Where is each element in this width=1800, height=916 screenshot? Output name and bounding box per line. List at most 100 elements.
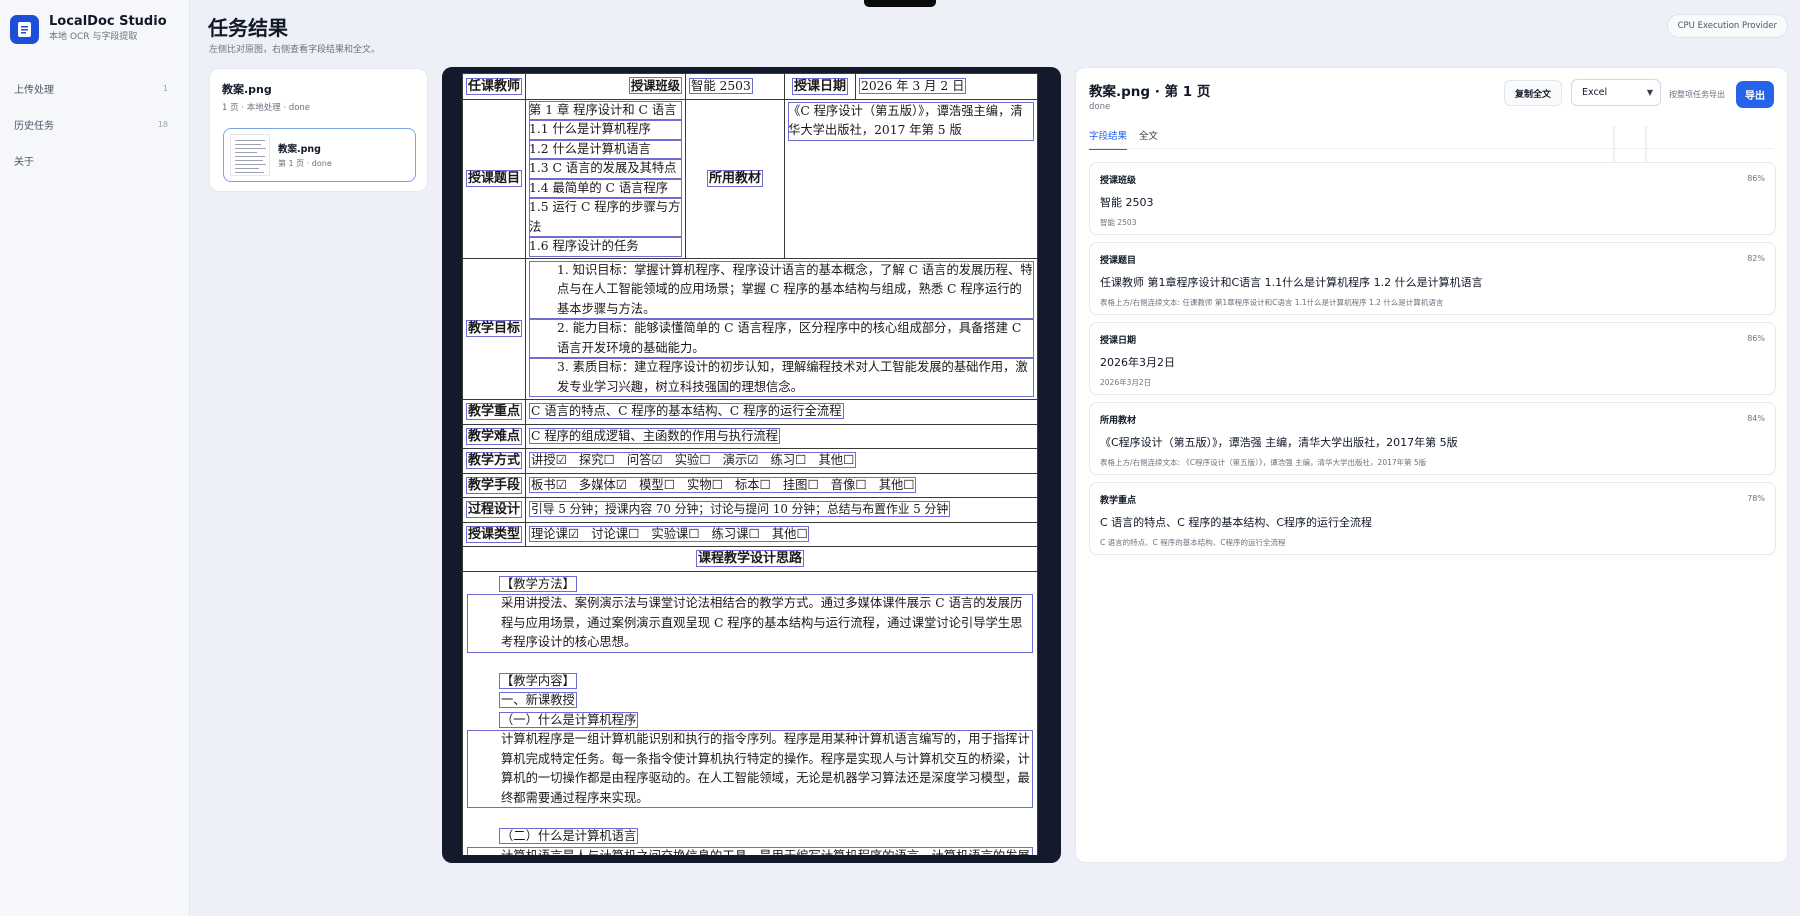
means-label: 教学手段 bbox=[466, 476, 523, 494]
goal-text: 1. 知识目标：掌握计算机程序、程序设计语言的基本概念，了解 C 语言的发展历程… bbox=[529, 260, 1034, 319]
nav-count: 18 bbox=[157, 119, 168, 129]
field-card[interactable]: 所用教材 84% 《C程序设计（第五版）》，谭浩强 主编，清华大学出版社，201… bbox=[1089, 402, 1776, 475]
date-label: 授课日期 bbox=[792, 77, 849, 95]
provider-badge: CPU Execution Provider bbox=[1666, 14, 1788, 38]
file-panel: 教案.png 1 页 · 本地处理 · done 教案.png 第 1 页 · … bbox=[209, 68, 428, 192]
file-meta: 1 页 · 本地处理 · done bbox=[222, 103, 311, 113]
section-method-head-wrap: 【教学方法】 bbox=[467, 575, 1033, 595]
copy-all-button[interactable]: 复制全文 bbox=[1504, 80, 1562, 106]
nav-count: 1 bbox=[162, 83, 168, 93]
design-title: 课程教学设计思路 bbox=[695, 550, 804, 567]
topic-line: 第 1 章 程序设计和 C 语言 bbox=[529, 100, 683, 120]
field-confidence: 86% bbox=[1747, 334, 1765, 343]
app-logo-icon bbox=[10, 14, 39, 44]
section-method-text: 采用讲授法、案例演示法与课堂讨论法相结合的教学方式。通过多媒体课件展示 C 语言… bbox=[467, 594, 1033, 653]
nav-label: 历史任务 bbox=[14, 120, 54, 132]
book-label: 所用教材 bbox=[707, 169, 764, 187]
document-viewer[interactable]: 任课教师 授课班级 智能 2503 授课日期 2026 年 3 月 2 日 授课… bbox=[442, 67, 1061, 863]
lesson-plan-table: 任课教师 授课班级 智能 2503 授课日期 2026 年 3 月 2 日 授课… bbox=[462, 73, 1038, 855]
field-card[interactable]: 授课日期 86% 2026年3月2日 2026年3月2日 bbox=[1089, 322, 1776, 395]
tab-fields[interactable]: 字段结果 bbox=[1089, 128, 1128, 150]
field-value: C 语言的特点、C 程序的基本结构、C程序的运行全流程 bbox=[1100, 516, 1373, 529]
class-label: 授课班级 bbox=[628, 77, 683, 94]
key-value: C 语言的特点、C 程序的基本结构、C 程序的运行全流程 bbox=[529, 403, 844, 419]
topic-line: 1.5 运行 C 程序的步骤与方法 bbox=[529, 198, 683, 237]
topic-line: 1.4 最简单的 C 语言程序 bbox=[529, 178, 683, 198]
field-raw-text: 2026年3月2日 bbox=[1100, 378, 1152, 387]
field-label: 授课题目 bbox=[1100, 256, 1137, 266]
document-page: 任课教师 授课班级 智能 2503 授课日期 2026 年 3 月 2 日 授课… bbox=[462, 73, 1038, 855]
field-card[interactable]: 授课班级 86% 智能 2503 智能 2503 bbox=[1089, 162, 1776, 235]
topic-line: 1.6 程序设计的任务 bbox=[529, 237, 683, 257]
teacher-label: 任课教师 bbox=[466, 77, 523, 95]
field-list: 授课班级 86% 智能 2503 智能 2503 授课题目 82% 任课教师 第… bbox=[1089, 162, 1776, 562]
process-value: 引导 5 分钟；授课内容 70 分钟；讨论与提问 10 分钟；总结与布置作业 5… bbox=[529, 501, 951, 517]
lesson-type-label: 授课类型 bbox=[466, 525, 523, 543]
field-raw-text: 智能 2503 bbox=[1100, 218, 1137, 227]
page-title: 任务结果 bbox=[208, 16, 288, 40]
app-name: LocalDoc Studio bbox=[49, 14, 167, 29]
goal-text: 2. 能力目标：能够读懂简单的 C 语言程序，区分程序中的核心组成部分，具备搭建… bbox=[529, 319, 1034, 358]
subsection-1-title: （一）什么是计算机程序 bbox=[499, 711, 639, 728]
field-value: 任课教师 第1章程序设计和C语言 1.1什么是计算机程序 1.2 什么是计算机语… bbox=[1100, 276, 1483, 289]
difficulty-label: 教学难点 bbox=[466, 427, 523, 445]
field-value: 2026年3月2日 bbox=[1100, 356, 1175, 369]
method-label: 教学方式 bbox=[466, 452, 523, 469]
brand: LocalDoc Studio 本地 OCR 与字段提取 bbox=[10, 14, 167, 44]
chevron-down-icon: ▼ bbox=[1646, 88, 1653, 97]
field-raw-text: C 语言的特点、C 程序的基本结构、C程序的运行全流程 bbox=[1100, 538, 1286, 547]
difficulty-value: C 程序的组成逻辑、主函数的作用与执行流程 bbox=[529, 427, 780, 444]
page-thumbnail bbox=[230, 134, 270, 176]
export-format-value: Excel bbox=[1582, 87, 1608, 98]
method-value: 讲授☑ 探究☐ 问答☑ 实验☐ 演示☑ 练习☐ 其他☐ bbox=[529, 452, 857, 468]
section-content-head-wrap: 【教学内容】 bbox=[467, 672, 1033, 692]
goal-text: 3. 素质目标：建立程序设计的初步认知，理解编程技术对人工智能发展的基础作用，激… bbox=[529, 358, 1034, 397]
nav-item-about[interactable]: 关于 bbox=[0, 142, 190, 178]
subsection-1-text: 计算机程序是一组计算机能识别和执行的指令序列。程序是用某种计算机语言编写的，用于… bbox=[467, 730, 1033, 808]
page-card[interactable]: 教案.png 第 1 页 · done bbox=[223, 128, 416, 182]
class-value: 智能 2503 bbox=[689, 77, 753, 94]
sidebar: LocalDoc Studio 本地 OCR 与字段提取 上传处理 1 历史任务 1… bbox=[0, 0, 190, 916]
book-value: 《C 程序设计（第五版）》，谭浩强主编，清华大学出版社，2017 年第 5 版 bbox=[788, 101, 1034, 141]
section-method-head: 【教学方法】 bbox=[499, 575, 577, 592]
field-confidence: 78% bbox=[1747, 494, 1765, 503]
file-name: 教案.png bbox=[222, 83, 272, 96]
field-raw-text: 表格上方/右侧连续文本: 《C程序设计（第五版）》，谭浩强 主编，清华大学出版社… bbox=[1100, 458, 1427, 467]
means-value: 板书☑ 多媒体☑ 模型☐ 实物☐ 标本☐ 挂图☐ 音像☐ 其他☐ bbox=[529, 476, 917, 493]
topic-line: 1.1 什么是计算机程序 bbox=[529, 120, 683, 140]
field-confidence: 82% bbox=[1747, 254, 1765, 263]
date-value: 2026 年 3 月 2 日 bbox=[859, 77, 967, 94]
subsection-2-text: 计算机语言是人与计算机之间交换信息的工具，是用于编写计算机程序的语言。计算机语言… bbox=[467, 846, 1033, 855]
nav-item-history[interactable]: 历史任务 18 bbox=[0, 106, 190, 142]
field-label: 教学重点 bbox=[1100, 496, 1137, 506]
field-label: 授课班级 bbox=[1100, 176, 1137, 186]
process-label: 过程设计 bbox=[466, 501, 523, 518]
export-hint: 按整项任务导出 bbox=[1669, 90, 1725, 99]
key-label: 教学重点 bbox=[466, 403, 523, 420]
tab-fulltext[interactable]: 全文 bbox=[1139, 128, 1158, 150]
field-card[interactable]: 教学重点 78% C 语言的特点、C 程序的基本结构、C程序的运行全流程 C 语… bbox=[1089, 482, 1776, 555]
field-label: 所用教材 bbox=[1100, 416, 1137, 426]
topic-line: 1.3 C 语言的发展及其特点 bbox=[529, 159, 683, 179]
page-card-name: 教案.png bbox=[278, 144, 321, 155]
field-value: 智能 2503 bbox=[1100, 196, 1154, 209]
export-format-select[interactable]: Excel ▼ bbox=[1571, 79, 1661, 106]
window-notch bbox=[864, 0, 936, 7]
lesson-type-value: 理论课☑ 讨论课☐ 实验课☐ 练习课☐ 其他☐ bbox=[529, 525, 810, 542]
sidebar-nav: 上传处理 1 历史任务 18 关于 bbox=[0, 70, 190, 178]
nav-item-upload[interactable]: 上传处理 1 bbox=[0, 70, 190, 106]
nav-label: 上传处理 bbox=[14, 84, 54, 96]
result-tabs: 字段结果 全文 bbox=[1089, 128, 1170, 150]
page-subtitle: 左侧比对原图，右侧查看字段结果和全文。 bbox=[209, 45, 381, 55]
export-button[interactable]: 导出 bbox=[1736, 81, 1774, 108]
nav-label: 关于 bbox=[14, 156, 34, 168]
results-panel: 教案.png · 第 1 页 done 复制全文 Excel ▼ 按整项任务导出… bbox=[1075, 67, 1788, 863]
field-card[interactable]: 授课题目 82% 任课教师 第1章程序设计和C语言 1.1什么是计算机程序 1.… bbox=[1089, 242, 1776, 315]
field-confidence: 86% bbox=[1747, 174, 1765, 183]
field-raw-text: 表格上方/右侧连续文本: 任课教师 第1章程序设计和C语言 1.1什么是计算机程… bbox=[1100, 298, 1444, 307]
results-title: 教案.png · 第 1 页 bbox=[1089, 84, 1211, 100]
subsection-2-title: （二）什么是计算机语言 bbox=[499, 828, 639, 844]
topic-line: 1.2 什么是计算机语言 bbox=[529, 139, 683, 159]
field-value: 《C程序设计（第五版）》，谭浩强 主编，清华大学出版社，2017年第 5版 bbox=[1100, 436, 1458, 449]
field-confidence: 84% bbox=[1747, 414, 1765, 423]
